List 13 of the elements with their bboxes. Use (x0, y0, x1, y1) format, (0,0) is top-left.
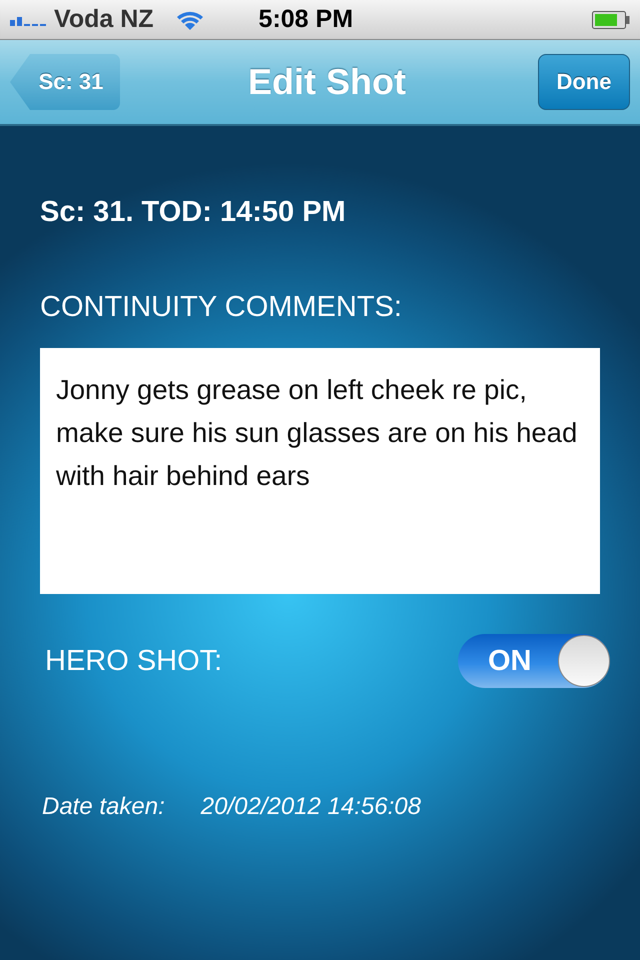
carrier-name: Voda NZ (54, 5, 154, 34)
screen-title: Edit Shot (248, 61, 406, 103)
done-button[interactable]: Done (538, 54, 630, 110)
date-taken-value: 20/02/2012 14:56:08 (200, 793, 421, 821)
clock-time: 5:08 PM (258, 5, 354, 34)
back-button[interactable]: Sc: 31 (10, 54, 120, 110)
comments-label: CONTINUITY COMMENTS: (40, 291, 403, 324)
scene-heading: Sc: 31. TOD: 14:50 PM (40, 196, 347, 229)
comments-field[interactable]: Jonny gets grease on left cheek re pic, make sure his sun glasses are on his head with hair behind ears (40, 348, 600, 594)
hero-shot-label: HERO SHOT: (45, 644, 222, 678)
hero-shot-toggle[interactable]: ON (458, 634, 610, 688)
date-taken-label: Date taken: (42, 793, 165, 821)
battery-icon (592, 10, 630, 28)
